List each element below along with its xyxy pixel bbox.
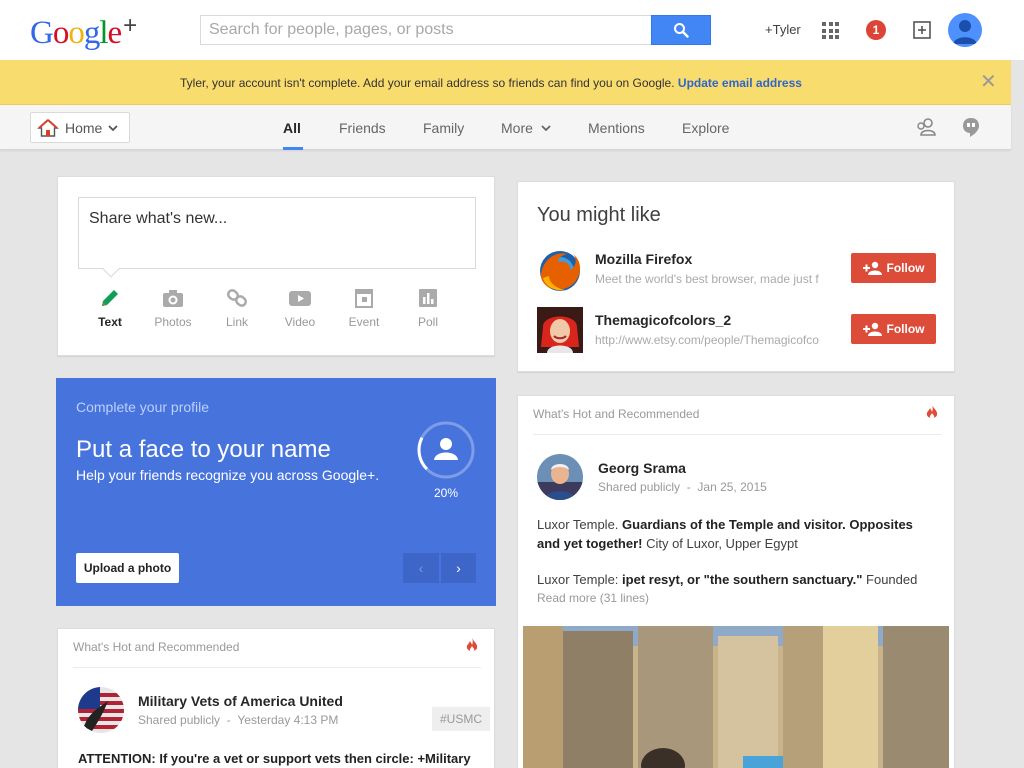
profile-title: Put a face to your name (76, 436, 331, 463)
account-incomplete-banner: Tyler, your account isn't complete. Add … (0, 60, 1011, 105)
account-avatar[interactable] (948, 13, 982, 47)
share-text-option[interactable]: Text (85, 287, 135, 329)
follow-button[interactable]: Follow (851, 314, 936, 344)
carousel-next-button[interactable]: › (441, 553, 476, 583)
complete-profile-card: Complete your profile Put a face to your… (56, 378, 496, 606)
chevron-down-icon (541, 125, 551, 132)
tab-more[interactable]: More (501, 120, 551, 136)
google-plus-logo[interactable]: Google+ (30, 12, 137, 52)
share-box-card: Share what's new... Text Photos Link Vid… (57, 176, 495, 356)
suggestion-desc: http://www.etsy.com/people/Themagicofco (595, 333, 819, 347)
hot-header: What's Hot and Recommended (73, 640, 240, 654)
poll-icon (419, 289, 437, 307)
share-link-option[interactable]: Link (212, 287, 262, 329)
notification-badge[interactable]: 1 (866, 20, 886, 40)
search-input[interactable] (200, 15, 652, 45)
pencil-icon (102, 290, 118, 306)
avatar[interactable] (78, 687, 124, 733)
link-icon (226, 289, 248, 307)
person-icon (953, 20, 977, 44)
follow-button[interactable]: Follow (851, 253, 936, 283)
profile-subtitle: Help your friends recognize you across G… (76, 467, 380, 483)
post-text-paragraph-1: Luxor Temple. Guardians of the Temple an… (537, 517, 913, 551)
banner-message: Tyler, your account isn't complete. Add … (180, 76, 802, 90)
post-author[interactable]: Georg Srama (598, 460, 686, 476)
post-text: ATTENTION: If you're a vet or support ve… (78, 751, 471, 766)
tab-all[interactable]: All (283, 120, 301, 136)
flame-icon (466, 638, 478, 652)
upload-photo-button[interactable]: Upload a photo (76, 553, 179, 583)
you-might-like-card: You might like Mozilla Firefox Meet the … (517, 181, 955, 372)
search-icon (674, 23, 689, 38)
add-person-icon (862, 322, 882, 336)
apps-grid-icon[interactable] (822, 22, 839, 39)
chevron-down-icon (108, 124, 118, 131)
share-input[interactable]: Share what's new... (78, 197, 476, 278)
home-dropdown[interactable]: Home (30, 112, 130, 143)
tab-friends[interactable]: Friends (339, 120, 386, 136)
tab-family[interactable]: Family (423, 120, 464, 136)
tab-mentions[interactable]: Mentions (588, 120, 645, 136)
people-icon[interactable] (915, 116, 937, 138)
flame-icon (926, 405, 938, 419)
person-icon (440, 438, 452, 450)
hangouts-icon[interactable] (960, 116, 982, 138)
share-photos-option[interactable]: Photos (148, 287, 198, 329)
share-event-option[interactable]: Event (339, 287, 389, 329)
profile-progress-label: 20% (433, 486, 459, 500)
share-add-icon[interactable] (912, 20, 932, 40)
event-icon (355, 289, 373, 308)
whats-hot-card-right: What's Hot and Recommended Georg Srama S… (517, 395, 955, 768)
share-video-option[interactable]: Video (275, 287, 325, 329)
carousel-prev-button[interactable]: ‹ (403, 553, 439, 583)
profile-kicker: Complete your profile (76, 399, 210, 415)
profile-progress-ring (417, 421, 475, 479)
firefox-logo-icon (540, 251, 581, 291)
search-button[interactable] (651, 15, 711, 45)
user-profile-link[interactable]: +Tyler (765, 22, 801, 37)
hot-header: What's Hot and Recommended (533, 407, 700, 421)
themagicofcolors-avatar[interactable] (537, 307, 583, 353)
tab-explore[interactable]: Explore (682, 120, 729, 136)
home-icon (37, 118, 59, 137)
video-icon (289, 291, 311, 306)
whats-hot-card-left: What's Hot and Recommended Military Vets… (57, 628, 495, 768)
camera-icon (163, 290, 183, 307)
share-poll-option[interactable]: Poll (403, 287, 453, 329)
post-meta: Shared publicly - Jan 25, 2015 (598, 480, 767, 494)
post-image[interactable] (523, 626, 949, 768)
read-more-link[interactable]: Read more (31 lines) (537, 591, 649, 605)
hashtag-chip[interactable]: #USMC (432, 707, 490, 731)
close-icon[interactable]: ✕ (980, 72, 997, 92)
you-might-like-title: You might like (537, 204, 661, 226)
suggestion-name[interactable]: Mozilla Firefox (595, 251, 692, 267)
firefox-avatar[interactable] (537, 248, 583, 294)
suggestion-desc: Meet the world's best browser, made just… (595, 272, 819, 286)
post-meta: Shared publicly - Yesterday 4:13 PM (138, 713, 339, 727)
active-tab-indicator (283, 147, 303, 150)
post-text-paragraph-2: Luxor Temple: ipet resyt, or "the southe… (537, 572, 918, 587)
update-email-link[interactable]: Update email address (678, 76, 802, 90)
stream-nav-bar: Home All Friends Family More Mentions Ex… (0, 105, 1011, 150)
home-dropdown-label: Home (65, 119, 103, 136)
avatar[interactable] (537, 454, 583, 500)
suggestion-name[interactable]: Themagicofcolors_2 (595, 312, 731, 328)
post-author[interactable]: Military Vets of America United (138, 693, 343, 709)
add-person-icon (862, 261, 882, 275)
top-bar: Google+ +Tyler 1 (0, 0, 1024, 60)
